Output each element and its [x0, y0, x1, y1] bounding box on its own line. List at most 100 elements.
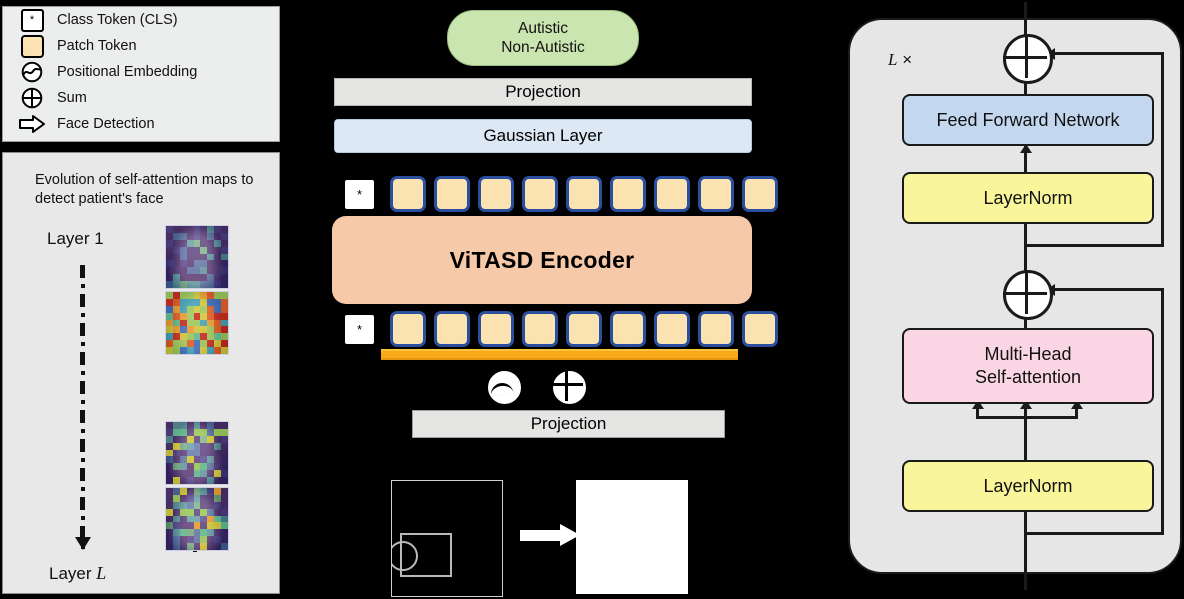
attention-cell: [186, 435, 194, 443]
legend-item-class-token: * Class Token (CLS): [3, 7, 279, 33]
attention-cell: [193, 477, 201, 484]
attention-cell: [193, 470, 201, 478]
attention-cell: [186, 488, 194, 495]
attention-cell: [179, 422, 187, 429]
attention-cell: [200, 470, 208, 478]
residual-sum-bottom-icon: [1003, 270, 1053, 320]
attention-cell: [207, 347, 215, 354]
patch-grid-cell: [616, 521, 648, 554]
attention-cell: [166, 508, 173, 516]
attention-cell: [214, 239, 222, 247]
residual-1-vertical: [1161, 52, 1164, 247]
legend-label-face-detection: Face Detection: [57, 116, 155, 132]
layer-last-text: Layer: [49, 564, 97, 583]
dash-segment: [80, 323, 85, 336]
attention-cell: [172, 298, 180, 306]
attention-cell: [166, 267, 173, 275]
attention-cell: [221, 253, 228, 261]
attention-cell: [207, 246, 215, 254]
attention-cell: [166, 239, 173, 247]
legend-item-sum: Sum: [3, 85, 279, 111]
attention-cell: [214, 333, 222, 341]
attention-cell: [179, 340, 187, 348]
patch-grid-cell: [580, 521, 612, 554]
attention-cell: [207, 522, 215, 530]
attention-cell: [172, 326, 180, 334]
attention-cell: [221, 488, 228, 495]
attention-cell: [214, 226, 222, 233]
attention-cell: [172, 292, 180, 299]
attention-cell: [221, 501, 228, 509]
attention-cell: [200, 319, 208, 327]
patch-token: [610, 311, 646, 347]
layernorm-bottom-block: LayerNorm: [902, 460, 1154, 512]
class-token-icon: *: [17, 8, 47, 32]
attention-cell: [207, 292, 215, 299]
attention-cell: [186, 326, 194, 334]
attention-cell: [179, 522, 187, 530]
dash-dot: [81, 487, 85, 491]
attention-cell: [207, 536, 215, 544]
attention-cell: [179, 529, 187, 537]
attention-cell: [172, 260, 180, 268]
attention-cell: [200, 428, 208, 436]
image-patch: [437, 440, 474, 472]
attention-cell: [200, 543, 208, 550]
attention-cell: [214, 281, 222, 288]
layer-l-minus-1-attention-map: [165, 421, 229, 485]
attention-cell: [172, 488, 180, 495]
attention-cell: [179, 246, 187, 254]
legend-label-class-token: Class Token (CLS): [57, 12, 178, 28]
dash-segment: [80, 497, 85, 510]
attention-cell: [186, 333, 194, 341]
layernorm-top-block: LayerNorm: [902, 172, 1154, 224]
attention-cell: [221, 529, 228, 537]
attention-cell: [172, 340, 180, 348]
image-patch: [703, 440, 740, 472]
attention-cell: [179, 449, 187, 457]
attention-cell: [193, 442, 201, 450]
attention-cell: [172, 449, 180, 457]
attention-cell: [179, 239, 187, 247]
attention-cell: [172, 477, 180, 484]
attention-cell: [179, 543, 187, 550]
attention-cell: [179, 347, 187, 354]
dash-dot: [81, 516, 85, 520]
attention-cell: [166, 292, 173, 299]
image-patch: [399, 440, 436, 472]
attention-cell: [207, 312, 215, 320]
attention-cell: [221, 292, 228, 299]
attention-cell: [166, 529, 173, 537]
dash-segment: [80, 265, 85, 278]
attention-cell: [172, 470, 180, 478]
attention-cell: [200, 232, 208, 240]
patch-grid-cell: [616, 557, 648, 590]
attention-evolution-panel: Evolution of self-attention maps to dete…: [2, 152, 280, 594]
attention-cell: [200, 333, 208, 341]
legend-label-positional-embedding: Positional Embedding: [57, 64, 198, 80]
attention-cell: [179, 319, 187, 327]
attention-cell: [179, 456, 187, 464]
attention-cell: [166, 281, 173, 288]
attention-cell: [186, 477, 194, 484]
attention-cell: [186, 281, 194, 288]
attention-cell: [172, 319, 180, 327]
token-underline: [381, 349, 738, 360]
attention-cell: [207, 298, 215, 306]
attention-cell: [166, 333, 173, 341]
attention-cell: [193, 347, 201, 354]
attention-cell: [221, 226, 228, 233]
attention-cell: [207, 529, 215, 537]
attention-cell: [166, 477, 173, 484]
attention-cell: [172, 463, 180, 471]
attention-cell: [214, 543, 222, 550]
attention-cell: [166, 298, 173, 306]
attention-cell: [179, 463, 187, 471]
attention-cell: [172, 253, 180, 261]
attention-cell: [166, 246, 173, 254]
attention-cell: [186, 305, 194, 313]
attention-cell: [166, 501, 173, 509]
attention-cell: [179, 442, 187, 450]
attention-cell: [179, 267, 187, 275]
attention-cell: [214, 298, 222, 306]
